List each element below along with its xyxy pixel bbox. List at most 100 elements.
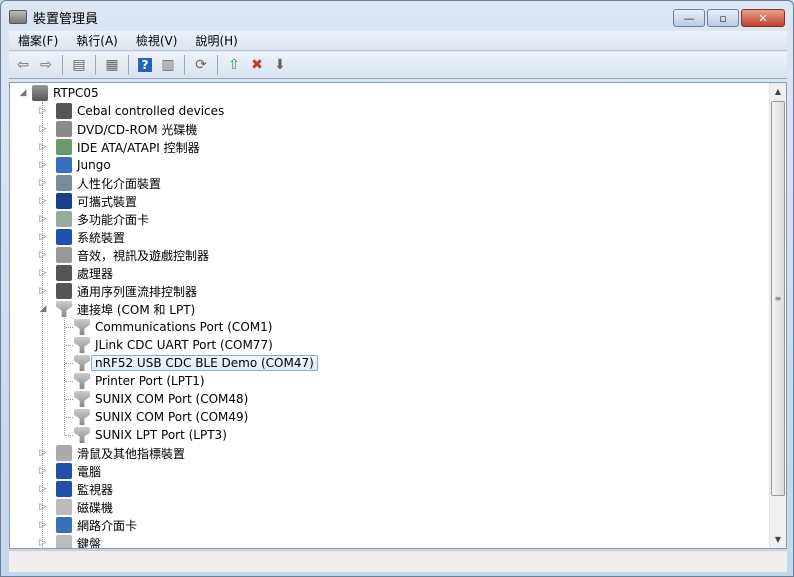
toolbar-separator xyxy=(184,55,185,75)
forward-icon: ⇨ xyxy=(40,57,52,73)
tree-item-label: 音效，視訊及遊戲控制器 xyxy=(77,248,210,263)
tree-item-label: Communications Port (COM1) xyxy=(95,320,273,334)
tree-item[interactable]: SUNIX COM Port (COM48) xyxy=(74,390,248,408)
tree-item[interactable]: 多功能介面卡 xyxy=(56,210,149,228)
device-tree: ▲ ≡ ▼ ◢ RTPC05 ▷ Cebal controlled devices ▷ D… xyxy=(9,82,787,549)
tree-line xyxy=(65,345,73,346)
computer-icon xyxy=(56,463,72,479)
title-bar: 裝置管理員 xyxy=(9,7,98,27)
collapse-arrow-icon[interactable]: ◢ xyxy=(38,304,48,314)
port-icon xyxy=(74,355,90,371)
port-icon xyxy=(74,409,90,425)
tree-item-label: 處理器 xyxy=(77,266,114,281)
scan-hardware-changes-icon: ⟳ xyxy=(195,57,207,73)
scrollbar-thumb[interactable]: ≡ xyxy=(771,101,785,496)
close-button[interactable]: ✕ xyxy=(741,9,785,27)
tree-item-label: 多功能介面卡 xyxy=(77,212,150,227)
menu-action[interactable]: 執行(A) xyxy=(67,32,127,49)
action-pane-icon: ▥ xyxy=(161,57,175,73)
tree-item[interactable]: DVD/CD-ROM 光碟機 xyxy=(56,120,197,138)
ide-controller-icon xyxy=(56,139,72,155)
vertical-scrollbar[interactable]: ▲ ≡ ▼ xyxy=(769,83,786,548)
tree-item-label: SUNIX LPT Port (LPT3) xyxy=(95,428,227,442)
expand-arrow-icon[interactable]: ▷ xyxy=(38,160,48,170)
expand-arrow-icon[interactable]: ▷ xyxy=(38,268,48,278)
expand-arrow-icon[interactable]: ▷ xyxy=(38,538,48,548)
expand-arrow-icon[interactable]: ▷ xyxy=(38,142,48,152)
tree-item[interactable]: Communications Port (COM1) xyxy=(74,318,272,336)
tree-item[interactable]: 人性化介面裝置 xyxy=(56,174,161,192)
tree-item[interactable]: 可攜式裝置 xyxy=(56,192,137,210)
tree-item[interactable]: 系統裝置 xyxy=(56,228,125,246)
scan-hardware-changes-button[interactable]: ⟳ xyxy=(191,55,211,75)
expand-arrow-icon[interactable]: ▷ xyxy=(38,232,48,242)
back-button[interactable]: ⇦ xyxy=(13,55,33,75)
disable-device-icon: ⬇ xyxy=(274,57,286,73)
menu-bar: 檔案(F) 執行(A) 檢視(V) 說明(H) xyxy=(9,31,787,51)
tree-item[interactable]: Cebal controlled devices xyxy=(56,102,224,120)
tree-item[interactable]: 連接埠 (COM 和 LPT) xyxy=(56,300,195,318)
properties-button[interactable]: ▦ xyxy=(102,55,122,75)
expand-arrow-icon[interactable]: ▷ xyxy=(38,484,48,494)
network-icon xyxy=(56,157,72,173)
menu-view[interactable]: 檢視(V) xyxy=(127,32,187,49)
expand-arrow-icon[interactable]: ▷ xyxy=(38,106,48,116)
tree-item[interactable]: JLink CDC UART Port (COM77) xyxy=(74,336,273,354)
uninstall-button[interactable]: ✖ xyxy=(247,55,267,75)
toolbar-separator xyxy=(95,55,96,75)
toolbar-separator xyxy=(128,55,129,75)
tree-item[interactable]: SUNIX COM Port (COM49) xyxy=(74,408,248,426)
show-hide-console-tree-icon: ▤ xyxy=(72,57,86,73)
tree-item-label: nRF52 USB CDC BLE Demo (COM47) xyxy=(91,355,318,371)
expand-arrow-icon[interactable]: ▷ xyxy=(38,448,48,458)
tree-item-label: 網路介面卡 xyxy=(77,518,138,533)
expand-arrow-icon[interactable]: ▷ xyxy=(38,466,48,476)
expand-arrow-icon[interactable]: ▷ xyxy=(38,196,48,206)
tree-item[interactable]: SUNIX LPT Port (LPT3) xyxy=(74,426,227,444)
speaker-icon xyxy=(56,247,72,263)
collapse-arrow-icon[interactable]: ◢ xyxy=(18,88,28,98)
tree-item-selected[interactable]: nRF52 USB CDC BLE Demo (COM47) xyxy=(74,354,318,372)
expand-arrow-icon[interactable]: ▷ xyxy=(38,178,48,188)
tree-item[interactable]: 電腦 xyxy=(56,462,101,480)
tree-item[interactable]: 磁碟機 xyxy=(56,498,113,516)
tree-item[interactable]: 處理器 xyxy=(56,264,113,282)
device-manager-window: 裝置管理員 — ▫ ✕ 檔案(F) 執行(A) 檢視(V) 說明(H) ⇦ ⇨ ▤ ▦… xyxy=(0,0,794,577)
device-manager-icon xyxy=(9,10,27,24)
expand-arrow-icon[interactable]: ▷ xyxy=(38,214,48,224)
expand-arrow-icon[interactable]: ▷ xyxy=(38,286,48,296)
menu-file[interactable]: 檔案(F) xyxy=(9,32,67,49)
forward-button[interactable]: ⇨ xyxy=(36,55,56,75)
minimize-button[interactable]: — xyxy=(673,9,705,27)
scroll-down-arrow[interactable]: ▼ xyxy=(770,531,786,548)
portable-device-icon xyxy=(56,193,72,209)
tree-item[interactable]: 網路介面卡 xyxy=(56,516,137,534)
tree-item-label: 通用序列匯流排控制器 xyxy=(77,284,198,299)
help-button[interactable]: ? xyxy=(135,55,155,75)
update-driver-button[interactable]: ⇧ xyxy=(224,55,244,75)
tree-item[interactable]: Printer Port (LPT1) xyxy=(74,372,205,390)
scroll-up-arrow[interactable]: ▲ xyxy=(770,83,786,100)
tree-item[interactable]: 音效，視訊及遊戲控制器 xyxy=(56,246,209,264)
show-hide-console-tree-button[interactable]: ▤ xyxy=(69,55,89,75)
tree-item[interactable]: 監視器 xyxy=(56,480,113,498)
tree-item-label: 監視器 xyxy=(77,482,114,497)
expand-arrow-icon[interactable]: ▷ xyxy=(38,250,48,260)
expand-arrow-icon[interactable]: ▷ xyxy=(38,520,48,530)
tree-item[interactable]: 通用序列匯流排控制器 xyxy=(56,282,197,300)
action-pane-button[interactable]: ▥ xyxy=(158,55,178,75)
tree-item[interactable]: 滑鼠及其他指標裝置 xyxy=(56,444,185,462)
tree-item-label: 電腦 xyxy=(77,464,102,479)
processor-icon xyxy=(56,265,72,281)
tree-root[interactable]: RTPC05 xyxy=(32,84,99,102)
disk-drive-icon xyxy=(56,499,72,515)
monitor-icon xyxy=(56,481,72,497)
tree-item[interactable]: Jungo xyxy=(56,156,111,174)
expand-arrow-icon[interactable]: ▷ xyxy=(38,124,48,134)
disable-device-button[interactable]: ⬇ xyxy=(270,55,290,75)
maximize-button[interactable]: ▫ xyxy=(707,9,739,27)
tree-item[interactable]: IDE ATA/ATAPI 控制器 xyxy=(56,138,200,156)
menu-help[interactable]: 說明(H) xyxy=(186,32,246,49)
tree-item[interactable]: 鍵盤 xyxy=(56,534,101,548)
expand-arrow-icon[interactable]: ▷ xyxy=(38,502,48,512)
